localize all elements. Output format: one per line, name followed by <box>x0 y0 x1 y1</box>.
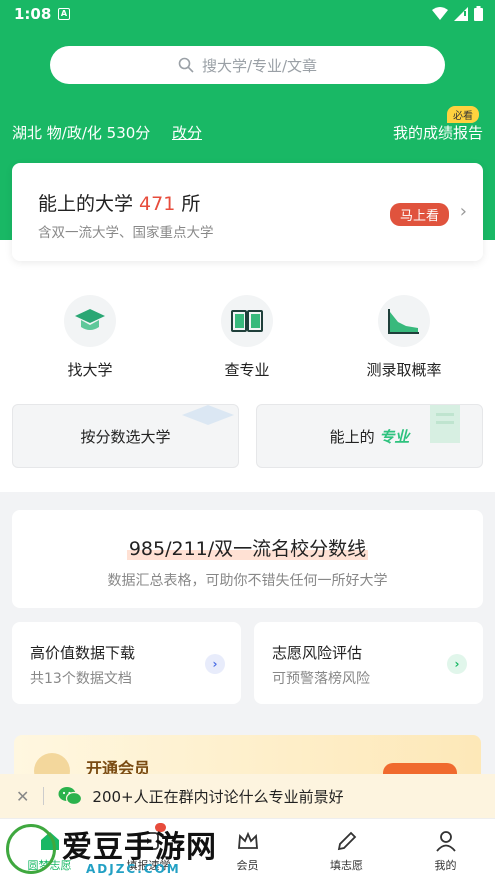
possible-universities-title: 能上的大学 471 所 <box>38 193 201 215</box>
notice-text: 200+人正在群内讨论什么专业前景好 <box>92 787 344 806</box>
bottom-tab-bar: 圆梦志愿 填报速学 会员 填志愿 我的 <box>0 818 495 880</box>
search-bar[interactable]: 搜大学/专业/文章 <box>50 46 445 84</box>
tab-dream-volunteer[interactable]: 圆梦志愿 <box>0 819 99 880</box>
crown-icon <box>237 831 258 849</box>
system-icons <box>432 6 483 21</box>
tab-quick-learn[interactable]: 填报速学 <box>99 819 198 880</box>
risk-assessment-subtitle: 可预警落榜风险 <box>272 671 370 687</box>
select-by-score-button[interactable]: 按分数选大学 <box>12 404 239 468</box>
close-icon[interactable]: ✕ <box>16 787 29 806</box>
wechat-icon <box>58 787 83 806</box>
user-icon <box>435 831 456 852</box>
area-chart-icon <box>378 295 430 347</box>
tab-membership[interactable]: 会员 <box>198 819 297 880</box>
signal-icon <box>454 6 468 21</box>
tab-fill-volunteer[interactable]: 填志愿 <box>297 819 396 880</box>
score-report-link[interactable]: 我的成绩报告 <box>393 122 483 143</box>
pen-icon <box>337 831 356 851</box>
data-download-card[interactable]: 高价值数据下载 共13个数据文档 › <box>12 622 241 704</box>
chevron-right-icon: › <box>459 201 467 222</box>
tab-label: 圆梦志愿 <box>27 859 72 872</box>
data-download-subtitle: 共13个数据文档 <box>30 671 132 687</box>
risk-assessment-card[interactable]: 志愿风险评估 可预警落榜风险 › <box>254 622 483 704</box>
arrow-right-icon: › <box>205 654 225 674</box>
select-by-score-label: 按分数选大学 <box>80 427 171 446</box>
banner-subtitle: 数据汇总表格，可助你不错失任何一所好大学 <box>107 573 388 589</box>
status-bar: 1:08 A <box>0 0 495 28</box>
book-icon <box>221 295 273 347</box>
feature-find-university[interactable]: 找大学 <box>30 295 150 380</box>
feature-label: 查专业 <box>224 361 270 379</box>
feature-check-major[interactable]: 查专业 <box>187 295 307 380</box>
arrow-right-icon: › <box>447 654 467 674</box>
score-row: 湖北 物/政/化 530分 改分 我的成绩报告 必看 <box>12 106 483 146</box>
document-icon <box>430 405 460 443</box>
status-time: 1:08 <box>14 5 52 23</box>
tab-label: 会员 <box>236 859 259 872</box>
wifi-icon <box>432 6 448 20</box>
banner-title: 985/211/双一流名校分数线 <box>126 538 369 560</box>
view-now-button[interactable]: 马上看 <box>389 203 449 226</box>
universities-count: 471 <box>139 193 176 215</box>
home-icon <box>40 832 59 850</box>
tab-label: 填报速学 <box>126 859 171 872</box>
tab-label: 我的 <box>434 859 457 872</box>
search-placeholder: 搜大学/专业/文章 <box>201 56 318 75</box>
feature-label: 找大学 <box>67 361 113 379</box>
score-lines-banner[interactable]: 985/211/双一流名校分数线 数据汇总表格，可助你不错失任何一所好大学 <box>12 510 483 608</box>
risk-assessment-title: 志愿风险评估 <box>272 644 363 662</box>
change-score-link[interactable]: 改分 <box>172 122 202 143</box>
graduation-cap-icon <box>182 405 234 425</box>
feature-label: 测录取概率 <box>366 361 442 379</box>
possible-universities-card[interactable]: 能上的大学 471 所 含双一流大学、国家重点大学 马上看 › <box>12 163 483 261</box>
feature-admission-probability[interactable]: 测录取概率 <box>344 295 464 380</box>
search-icon <box>178 57 194 73</box>
possible-majors-label: 能上的 专业 <box>329 427 410 446</box>
tab-mine[interactable]: 我的 <box>396 819 495 880</box>
group-notice-bar[interactable]: ✕ 200+人正在群内讨论什么专业前景好 <box>0 774 495 818</box>
data-download-title: 高价值数据下载 <box>30 644 136 662</box>
battery-icon <box>474 6 483 21</box>
score-info: 湖北 物/政/化 530分 <box>12 124 151 142</box>
play-icon <box>138 832 159 850</box>
possible-majors-button[interactable]: 能上的 专业 <box>256 404 483 468</box>
divider <box>43 787 45 805</box>
possible-universities-subtitle: 含双一流大学、国家重点大学 <box>38 225 214 241</box>
hot-badge <box>155 823 166 832</box>
must-see-badge: 必看 <box>447 106 479 123</box>
graduation-cap-icon <box>64 295 116 347</box>
notification-a-icon: A <box>58 8 70 20</box>
tab-label: 填志愿 <box>330 859 363 872</box>
